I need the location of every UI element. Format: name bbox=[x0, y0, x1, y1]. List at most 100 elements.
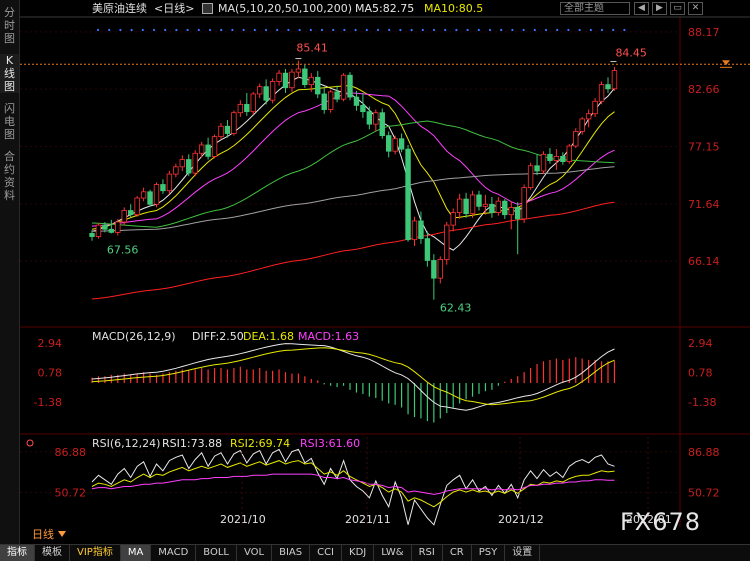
event-dot bbox=[612, 28, 615, 32]
sidebar-tab-char: 资 bbox=[4, 176, 15, 189]
current-price-annotation: 84.45 bbox=[615, 47, 647, 60]
indicator-tab[interactable]: VOL bbox=[237, 545, 273, 561]
indicator-tab[interactable]: 指标 bbox=[0, 545, 35, 561]
event-dot bbox=[152, 28, 156, 32]
rsi1-value: RSI1:73.88 bbox=[162, 437, 222, 450]
event-dot bbox=[242, 28, 245, 32]
candle bbox=[605, 77, 611, 93]
event-dot bbox=[444, 28, 447, 32]
candle bbox=[366, 106, 373, 130]
indicator-tab[interactable]: RSI bbox=[412, 545, 443, 561]
candle-body bbox=[160, 184, 166, 192]
candle bbox=[521, 184, 527, 224]
candle bbox=[411, 216, 418, 246]
macd-dea-line bbox=[91, 347, 615, 406]
candle-body bbox=[353, 96, 360, 106]
indicator-tab[interactable]: CCI bbox=[310, 545, 343, 561]
event-dot bbox=[96, 28, 100, 32]
macd-tick-label-left: -1.38 bbox=[34, 396, 62, 409]
event-dot bbox=[455, 28, 458, 32]
candle bbox=[360, 92, 366, 118]
candle-body bbox=[347, 74, 353, 98]
chart-canvas: 88.17 82.66 77.15 71.64 66.14 84.45 85.41 62.43… bbox=[20, 16, 750, 527]
next-button[interactable]: ▶ bbox=[652, 2, 667, 15]
rsi-tick-label-left: 86.88 bbox=[55, 446, 87, 459]
rsi-settings-icon bbox=[26, 439, 34, 447]
event-dot bbox=[556, 28, 559, 32]
candle bbox=[89, 230, 95, 241]
theme-search-input[interactable]: 全部主题 bbox=[560, 2, 630, 15]
indicator-tab[interactable]: KDJ bbox=[342, 545, 375, 561]
indicator-tab[interactable]: LW& bbox=[374, 545, 412, 561]
candle-body bbox=[585, 113, 592, 120]
event-dot bbox=[231, 28, 234, 32]
sidebar-tab-2[interactable]: 闪电图 bbox=[0, 102, 19, 141]
candle-body bbox=[256, 86, 263, 95]
indicator-tab[interactable]: CR bbox=[443, 545, 472, 561]
ma-line-ma200 bbox=[91, 201, 615, 300]
event-dot bbox=[388, 28, 391, 32]
rsi3-value: RSI3:61.60 bbox=[300, 437, 360, 450]
event-dot bbox=[253, 28, 256, 32]
candle bbox=[327, 89, 334, 113]
indicator-settings-icon[interactable] bbox=[202, 3, 213, 14]
macd-dea-value: DEA:1.68 bbox=[243, 330, 294, 343]
candle-body bbox=[431, 260, 437, 279]
prev-button[interactable]: ◀ bbox=[634, 2, 649, 15]
sidebar-tab-char: 分 bbox=[4, 6, 15, 19]
candle-body bbox=[379, 112, 385, 136]
indicator-tab[interactable]: VIP指标 bbox=[70, 545, 121, 561]
candle bbox=[469, 190, 476, 218]
rsi-tick-label-left: 50.72 bbox=[55, 486, 87, 499]
candle-body bbox=[540, 153, 547, 172]
maximize-button[interactable]: ▭ bbox=[670, 2, 685, 15]
candle bbox=[302, 64, 308, 88]
candle-body bbox=[502, 200, 508, 216]
indicator-tab[interactable]: MA bbox=[120, 545, 152, 561]
candle bbox=[347, 72, 353, 101]
price-tick-label: 88.17 bbox=[688, 26, 720, 39]
candle-body bbox=[289, 71, 295, 89]
event-dot bbox=[343, 28, 346, 32]
candle-body bbox=[231, 112, 237, 134]
close-button[interactable]: ✕ bbox=[688, 2, 703, 15]
ma-params-label: MA(5,10,20,50,100,200) bbox=[218, 2, 353, 15]
indicator-tab[interactable]: PSY bbox=[472, 545, 506, 561]
candle-body bbox=[140, 191, 147, 199]
indicator-tab[interactable]: BIAS bbox=[272, 545, 311, 561]
event-dot bbox=[119, 28, 122, 32]
sidebar-tab-1[interactable]: K线图 bbox=[0, 54, 19, 93]
indicator-tab[interactable]: 模板 bbox=[35, 545, 70, 561]
candle bbox=[237, 100, 244, 117]
chevron-down-icon[interactable] bbox=[58, 531, 66, 537]
candle-body bbox=[340, 74, 347, 100]
macd-diff-line bbox=[91, 343, 615, 411]
indicator-tab[interactable]: MACD bbox=[151, 545, 197, 561]
candle-body bbox=[198, 144, 205, 154]
event-dot bbox=[500, 28, 503, 32]
sidebar-tab-0[interactable]: 分时图 bbox=[0, 6, 19, 45]
sidebar-tab-3[interactable]: 合约资料 bbox=[0, 150, 19, 202]
candle-body bbox=[495, 200, 502, 214]
rsi-tick-label: 50.72 bbox=[688, 486, 720, 499]
candle-body bbox=[514, 207, 521, 220]
event-dot bbox=[567, 28, 570, 32]
candle-body bbox=[566, 145, 572, 163]
candle-body bbox=[218, 125, 224, 138]
macd-diff-value: DIFF:2.50 bbox=[192, 330, 244, 343]
candle-body bbox=[115, 221, 121, 233]
period-label[interactable]: 日线 bbox=[32, 528, 54, 542]
candle bbox=[502, 199, 508, 219]
event-dot bbox=[399, 28, 402, 32]
candle-body bbox=[482, 203, 489, 207]
candle-body bbox=[611, 70, 618, 90]
candle-body bbox=[476, 194, 482, 207]
macd-tick-label-left: 2.94 bbox=[38, 337, 63, 350]
event-dot bbox=[287, 28, 290, 32]
macd-tick-label-left: 0.78 bbox=[38, 366, 63, 379]
period-tag[interactable]: <日线> bbox=[154, 2, 194, 16]
event-dot bbox=[488, 28, 492, 32]
candle bbox=[540, 151, 547, 175]
indicator-tab[interactable]: BOLL bbox=[196, 545, 237, 561]
indicator-tab[interactable]: 设置 bbox=[505, 545, 541, 561]
